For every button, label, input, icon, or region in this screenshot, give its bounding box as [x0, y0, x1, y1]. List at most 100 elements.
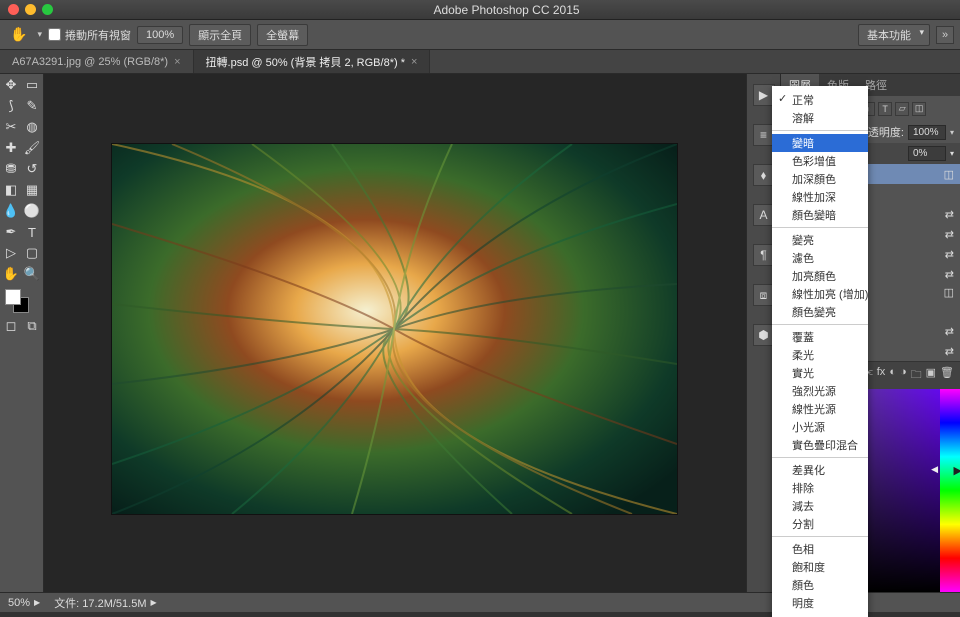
- close-tab-icon[interactable]: ×: [411, 56, 417, 68]
- path-tool[interactable]: ▷: [1, 243, 21, 263]
- layer-mask-icon[interactable]: ◐: [889, 366, 896, 385]
- app-title: Adobe Photoshop CC 2015: [53, 3, 960, 17]
- quickmask-tool[interactable]: ◻: [1, 316, 21, 336]
- zoom-tool[interactable]: 🔍: [22, 264, 42, 284]
- hue-pointer-left-icon: ◀: [931, 464, 938, 475]
- blend-mode-item[interactable]: 線性加深: [772, 188, 868, 206]
- hue-pointer-icon[interactable]: ▶: [954, 464, 960, 477]
- doc-tab-1[interactable]: 扭轉.psd @ 50% (背景 拷貝 2, RGB/8*) * ×: [194, 50, 431, 73]
- blend-mode-item[interactable]: 小光源: [772, 418, 868, 436]
- marquee-tool[interactable]: ▭: [22, 75, 42, 95]
- pen-tool[interactable]: ✒: [1, 222, 21, 242]
- blend-mode-item[interactable]: 線性光源: [772, 400, 868, 418]
- blend-mode-item[interactable]: 實色疊印混合: [772, 436, 868, 454]
- opacity-value[interactable]: 100%: [908, 125, 946, 140]
- blend-mode-item[interactable]: 顏色變亮: [772, 303, 868, 321]
- dodge-tool[interactable]: ⚪: [22, 201, 42, 221]
- docsize-status[interactable]: 文件: 17.2M/51.5M ▶: [54, 595, 156, 611]
- zoom-value: 50%: [8, 597, 30, 609]
- blend-mode-item[interactable]: 飽和度: [772, 558, 868, 576]
- blend-mode-item[interactable]: 實光: [772, 364, 868, 382]
- blend-mode-item[interactable]: 變暗: [772, 134, 868, 152]
- filter-shape-icon[interactable]: ▱: [895, 102, 909, 116]
- crop-tool[interactable]: ✂: [1, 117, 21, 137]
- history-brush-tool[interactable]: ↺: [22, 159, 42, 179]
- blend-mode-item[interactable]: 顏色: [772, 576, 868, 594]
- fx-edit-icon[interactable]: ⇄: [945, 325, 954, 338]
- heal-tool[interactable]: ✚: [1, 138, 21, 158]
- blend-mode-item[interactable]: 覆蓋: [772, 328, 868, 346]
- fullscreen-button[interactable]: 全螢幕: [257, 24, 308, 46]
- scroll-all-checkbox[interactable]: 捲動所有視窗: [48, 27, 131, 43]
- blend-mode-item[interactable]: 減去: [772, 497, 868, 515]
- eraser-tool[interactable]: ◧: [1, 180, 21, 200]
- blur-tool[interactable]: 💧: [1, 201, 21, 221]
- blend-mode-item[interactable]: 柔光: [772, 346, 868, 364]
- options-bar: ✋ ▾ 捲動所有視窗 100% 顯示全頁 全螢幕 基本功能 »: [0, 20, 960, 50]
- document-canvas[interactable]: [112, 144, 677, 514]
- eyedropper-tool[interactable]: ◍: [22, 117, 42, 137]
- shape-tool[interactable]: ▢: [22, 243, 42, 263]
- blend-mode-item[interactable]: 加深顏色: [772, 170, 868, 188]
- collapse-panels-button[interactable]: »: [936, 26, 954, 44]
- close-tab-icon[interactable]: ×: [174, 56, 180, 68]
- fill-chevron[interactable]: ▾: [950, 149, 954, 158]
- blend-mode-item[interactable]: 色相: [772, 540, 868, 558]
- blend-mode-item[interactable]: 明度: [772, 594, 868, 612]
- blend-mode-item[interactable]: 正常: [772, 91, 868, 109]
- hue-slider[interactable]: [940, 389, 960, 592]
- brush-tool[interactable]: 🖌: [22, 138, 42, 158]
- delete-layer-icon[interactable]: 🗑: [940, 366, 954, 385]
- workspace-dropdown[interactable]: 基本功能: [858, 24, 930, 46]
- fx-edit-icon[interactable]: ⇄: [945, 248, 954, 261]
- group-icon[interactable]: 🗀: [911, 366, 922, 385]
- screenmode-tool[interactable]: ⧉: [22, 316, 42, 336]
- fx-edit-icon[interactable]: ⇄: [945, 345, 954, 358]
- minimize-window[interactable]: [25, 4, 36, 15]
- filter-smart-icon[interactable]: ◫: [912, 102, 926, 116]
- fg-color[interactable]: [5, 289, 21, 305]
- blend-mode-item[interactable]: 顏色變暗: [772, 206, 868, 224]
- blend-mode-item[interactable]: 變亮: [772, 231, 868, 249]
- blend-mode-item[interactable]: 濾色: [772, 249, 868, 267]
- blend-mode-item[interactable]: 排除: [772, 479, 868, 497]
- blend-mode-item[interactable]: 分割: [772, 515, 868, 533]
- canvas-area[interactable]: [44, 74, 746, 592]
- filter-type-icon[interactable]: T: [878, 102, 892, 116]
- blend-mode-item[interactable]: 加亮顏色: [772, 267, 868, 285]
- hand-tool[interactable]: ✋: [1, 264, 21, 284]
- scroll-all-input[interactable]: [48, 28, 61, 41]
- blend-mode-item[interactable]: 溶解: [772, 109, 868, 127]
- move-tool[interactable]: ✥: [1, 75, 21, 95]
- lasso-tool[interactable]: ⟆: [1, 96, 21, 116]
- close-window[interactable]: [8, 4, 19, 15]
- layer-style-icon[interactable]: fx: [877, 366, 886, 385]
- quickselect-tool[interactable]: ✎: [22, 96, 42, 116]
- doc-tab-0[interactable]: A67A3291.jpg @ 25% (RGB/8*) ×: [0, 50, 194, 73]
- type-tool[interactable]: T: [22, 222, 42, 242]
- zoom-100-button[interactable]: 100%: [137, 26, 183, 44]
- fx-edit-icon[interactable]: ⇄: [945, 208, 954, 221]
- maximize-window[interactable]: [42, 4, 53, 15]
- opacity-chevron[interactable]: ▾: [950, 128, 954, 137]
- fx-edit-icon[interactable]: ⇄: [945, 228, 954, 241]
- zoom-chevron-icon[interactable]: ▶: [34, 598, 40, 607]
- docsize-chevron-icon[interactable]: ▶: [151, 598, 157, 607]
- fit-screen-button[interactable]: 顯示全頁: [189, 24, 251, 46]
- color-swatches[interactable]: [1, 285, 42, 315]
- tool-chevron[interactable]: ▾: [37, 29, 42, 40]
- new-layer-icon[interactable]: ▣: [926, 366, 936, 385]
- document-tabs: A67A3291.jpg @ 25% (RGB/8*) × 扭轉.psd @ 5…: [0, 50, 960, 74]
- gradient-tool[interactable]: ▦: [22, 180, 42, 200]
- hand-tool-icon[interactable]: ✋: [6, 26, 31, 43]
- zoom-status[interactable]: 50% ▶: [8, 597, 40, 609]
- blend-mode-item[interactable]: 強烈光源: [772, 382, 868, 400]
- adjustment-layer-icon[interactable]: ◑: [900, 366, 907, 385]
- fill-value[interactable]: 0%: [908, 146, 946, 161]
- blend-mode-dropdown[interactable]: 正常溶解變暗色彩增值加深顏色線性加深顏色變暗變亮濾色加亮顏色線性加亮 (增加)顏…: [772, 86, 868, 617]
- fx-edit-icon[interactable]: ⇄: [945, 268, 954, 281]
- blend-mode-item[interactable]: 色彩增值: [772, 152, 868, 170]
- stamp-tool[interactable]: ⛃: [1, 159, 21, 179]
- blend-mode-item[interactable]: 差異化: [772, 461, 868, 479]
- blend-mode-item[interactable]: 線性加亮 (增加): [772, 285, 868, 303]
